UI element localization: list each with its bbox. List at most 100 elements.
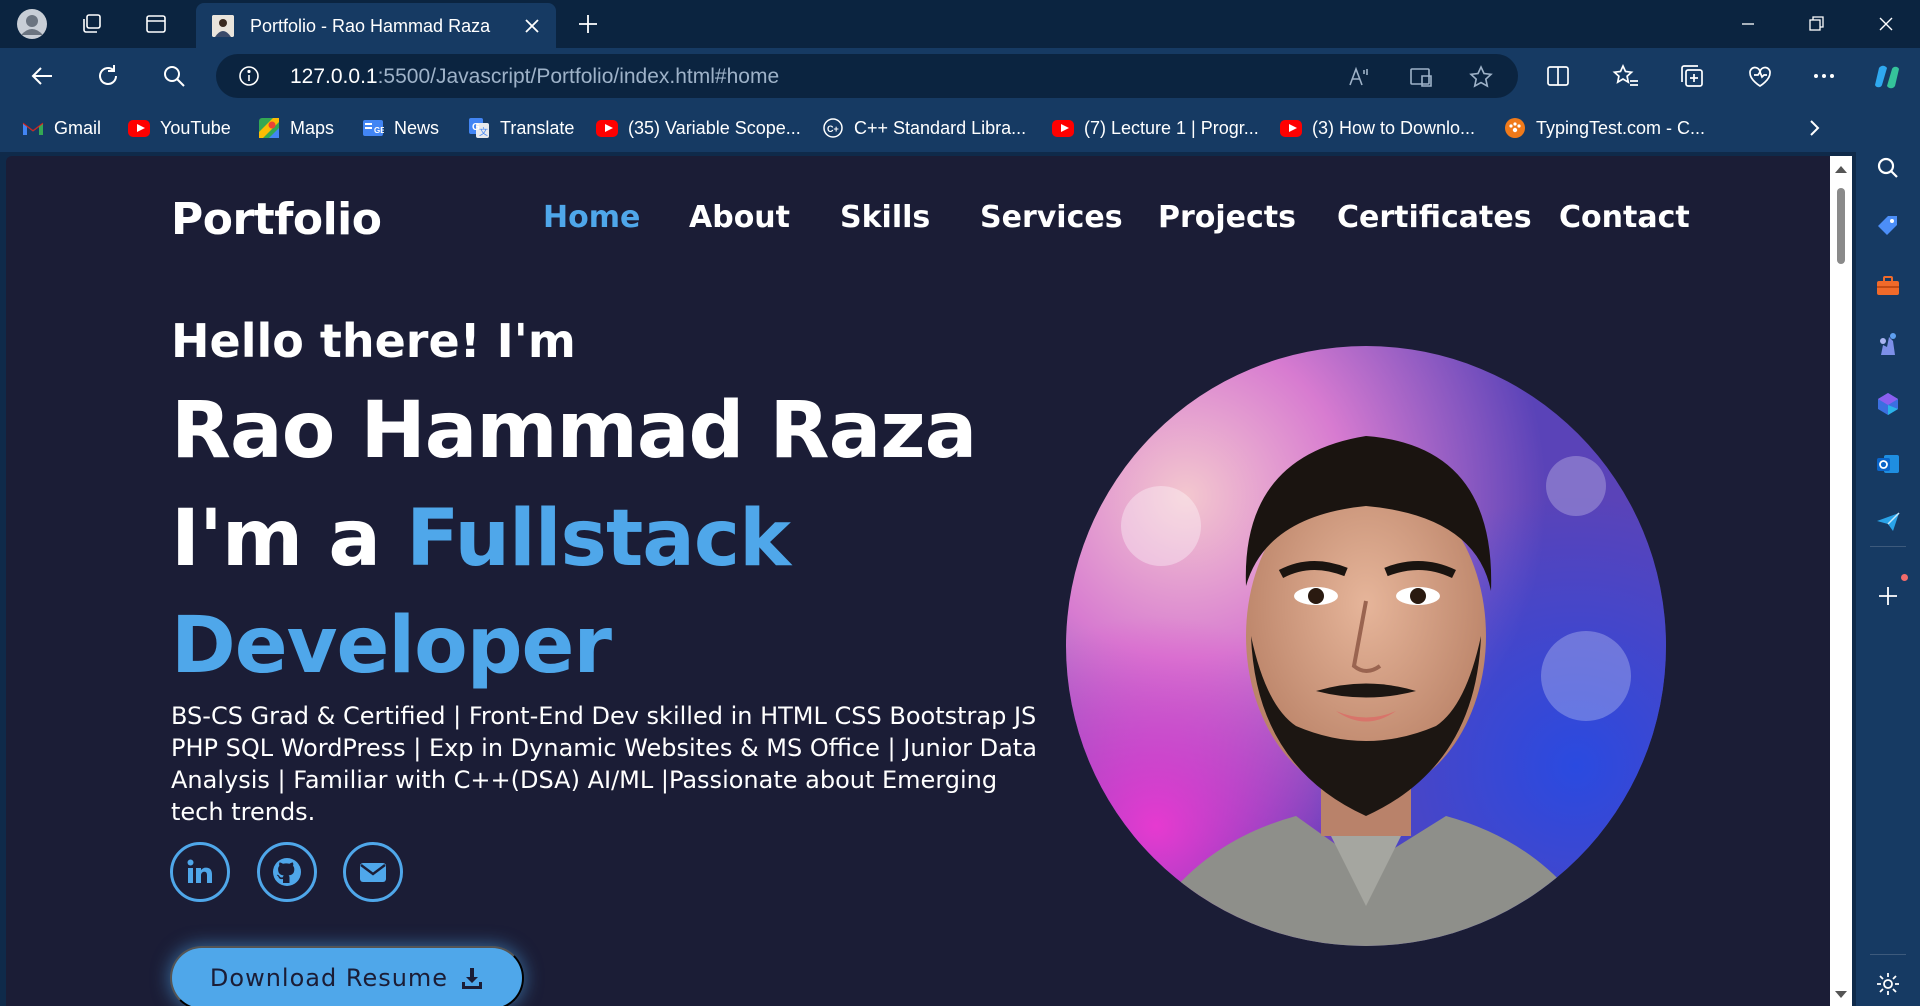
close-window-icon[interactable] xyxy=(1872,10,1900,38)
shopping-tag-icon[interactable] xyxy=(1872,210,1904,242)
tools-briefcase-icon[interactable] xyxy=(1872,270,1904,302)
youtube-icon xyxy=(1280,117,1302,139)
restore-icon[interactable] xyxy=(1802,10,1830,38)
cplusplus-icon: C+ xyxy=(822,117,844,139)
bookmark-label: News xyxy=(394,117,440,138)
bookmark-maps[interactable]: Maps xyxy=(258,116,334,140)
minimize-icon[interactable] xyxy=(1734,10,1762,38)
workspaces-icon[interactable] xyxy=(76,8,108,40)
edge-sidebar xyxy=(1856,152,1920,1006)
immersive-reader-icon[interactable] xyxy=(1408,64,1434,90)
bookmark-typingtest[interactable]: TypingTest.com - C... xyxy=(1504,116,1705,140)
split-screen-icon[interactable] xyxy=(1542,60,1574,92)
site-logo[interactable]: Portfolio xyxy=(171,194,382,245)
send-telegram-icon[interactable] xyxy=(1872,506,1904,538)
bookmark-label: Gmail xyxy=(54,117,102,138)
nav-contact[interactable]: Contact xyxy=(1559,200,1690,235)
scroll-down-arrow-icon[interactable] xyxy=(1835,991,1847,998)
scroll-thumb[interactable] xyxy=(1837,188,1845,264)
copilot-icon[interactable] xyxy=(1870,60,1902,92)
active-tab[interactable]: Portfolio - Rao Hammad Raza xyxy=(196,3,556,48)
scroll-up-arrow-icon[interactable] xyxy=(1835,166,1847,173)
microsoft-365-icon[interactable] xyxy=(1872,388,1904,420)
read-aloud-icon[interactable] xyxy=(1346,64,1372,90)
favorites-icon[interactable] xyxy=(1610,60,1642,92)
games-icon[interactable] xyxy=(1872,328,1904,360)
browser-navbar: 127.0.0.1:5500/Javascript/Portfolio/inde… xyxy=(0,48,1920,104)
bookmark-news[interactable]: GE News xyxy=(362,116,439,140)
url-path: :5500/Javascript/Portfolio/index.html#ho… xyxy=(377,65,780,88)
browser-essentials-icon[interactable] xyxy=(1744,60,1776,92)
download-label: Download Resume xyxy=(209,964,449,992)
role-highlight: Fullstack xyxy=(406,494,791,584)
more-options-icon[interactable] xyxy=(1808,60,1840,92)
chevron-right-icon[interactable] xyxy=(1802,116,1826,140)
bookmark-cpp-standard-library[interactable]: C+ C++ Standard Libra... xyxy=(822,116,1026,140)
collections-icon[interactable] xyxy=(1676,60,1708,92)
role-prefix: I'm a xyxy=(171,494,407,584)
tab-title: Portfolio - Rao Hammad Raza xyxy=(250,16,491,36)
youtube-icon xyxy=(1052,117,1074,139)
linkedin-button[interactable] xyxy=(170,842,230,902)
email-icon xyxy=(360,863,386,882)
new-tab-icon[interactable] xyxy=(574,10,602,38)
url-text[interactable]: 127.0.0.1:5500/Javascript/Portfolio/inde… xyxy=(290,65,779,89)
nav-services[interactable]: Services xyxy=(980,200,1123,235)
svg-text:文: 文 xyxy=(479,126,488,137)
notification-dot-icon xyxy=(1901,574,1908,581)
youtube-icon xyxy=(596,117,618,139)
bookmark-label: (35) Variable Scope... xyxy=(628,117,801,138)
nav-home[interactable]: Home xyxy=(543,200,640,235)
nav-certificates[interactable]: Certificates xyxy=(1337,200,1532,235)
bookmark-gmail[interactable]: Gmail xyxy=(22,116,101,140)
download-icon xyxy=(462,968,483,989)
settings-gear-icon[interactable] xyxy=(1872,968,1904,1000)
profile-avatar-icon[interactable] xyxy=(16,8,48,40)
email-button[interactable] xyxy=(343,842,403,902)
profile-photo xyxy=(1066,346,1666,946)
tab-actions-icon[interactable] xyxy=(140,8,172,40)
bookmark-youtube[interactable]: YouTube xyxy=(128,116,231,140)
sidebar-divider xyxy=(1870,954,1906,955)
nav-projects[interactable]: Projects xyxy=(1158,200,1296,235)
tab-close-icon[interactable] xyxy=(520,14,544,38)
bookmark-how-to-download[interactable]: (3) How to Downlo... xyxy=(1280,116,1475,140)
gmail-icon xyxy=(22,117,44,139)
refresh-icon[interactable] xyxy=(92,60,124,92)
news-icon: GE xyxy=(362,117,384,139)
hero-role-line-1: I'm a Fullstack xyxy=(171,494,791,584)
bookmarks-bar: Gmail YouTube Maps GE News G文 Translate … xyxy=(0,104,1920,152)
typingtest-icon xyxy=(1504,117,1526,139)
site-info-icon[interactable] xyxy=(238,65,260,87)
bookmark-lecture-1[interactable]: (7) Lecture 1 | Progr... xyxy=(1052,116,1259,140)
search-icon[interactable] xyxy=(158,60,190,92)
nav-skills[interactable]: Skills xyxy=(840,200,930,235)
bookmark-label: Maps xyxy=(290,117,335,138)
hero-name: Rao Hammad Raza xyxy=(171,386,977,476)
bookmark-label: (7) Lecture 1 | Progr... xyxy=(1084,117,1259,138)
address-bar[interactable]: 127.0.0.1:5500/Javascript/Portfolio/inde… xyxy=(216,54,1518,98)
bookmark-translate[interactable]: G文 Translate xyxy=(468,116,574,140)
page-scrollbar[interactable] xyxy=(1830,156,1852,1006)
back-icon[interactable] xyxy=(26,60,58,92)
svg-text:GE: GE xyxy=(374,126,384,135)
bookmark-variable-scope[interactable]: (35) Variable Scope... xyxy=(596,116,801,140)
github-icon xyxy=(273,858,301,886)
tab-favicon-icon xyxy=(212,15,234,37)
nav-about[interactable]: About xyxy=(689,200,790,235)
hero-bio: BS-CS Grad & Certified | Front-End Dev s… xyxy=(171,702,1037,826)
sidebar-search-icon[interactable] xyxy=(1872,152,1904,184)
download-resume-button[interactable]: Download Resume xyxy=(170,946,524,1006)
browser-titlebar: Portfolio - Rao Hammad Raza xyxy=(0,0,1920,48)
url-host: 127.0.0.1 xyxy=(290,65,378,88)
favorite-star-icon[interactable] xyxy=(1468,64,1494,90)
hero-greeting: Hello there! I'm xyxy=(171,314,576,368)
svg-text:C+: C+ xyxy=(827,124,839,134)
bookmark-label: (3) How to Downlo... xyxy=(1312,117,1476,138)
add-sidebar-app-icon[interactable] xyxy=(1872,574,1908,612)
linkedin-icon xyxy=(187,859,212,883)
outlook-icon[interactable] xyxy=(1872,448,1904,480)
sidebar-divider xyxy=(1870,546,1906,547)
maps-icon xyxy=(258,117,280,139)
github-button[interactable] xyxy=(257,842,317,902)
